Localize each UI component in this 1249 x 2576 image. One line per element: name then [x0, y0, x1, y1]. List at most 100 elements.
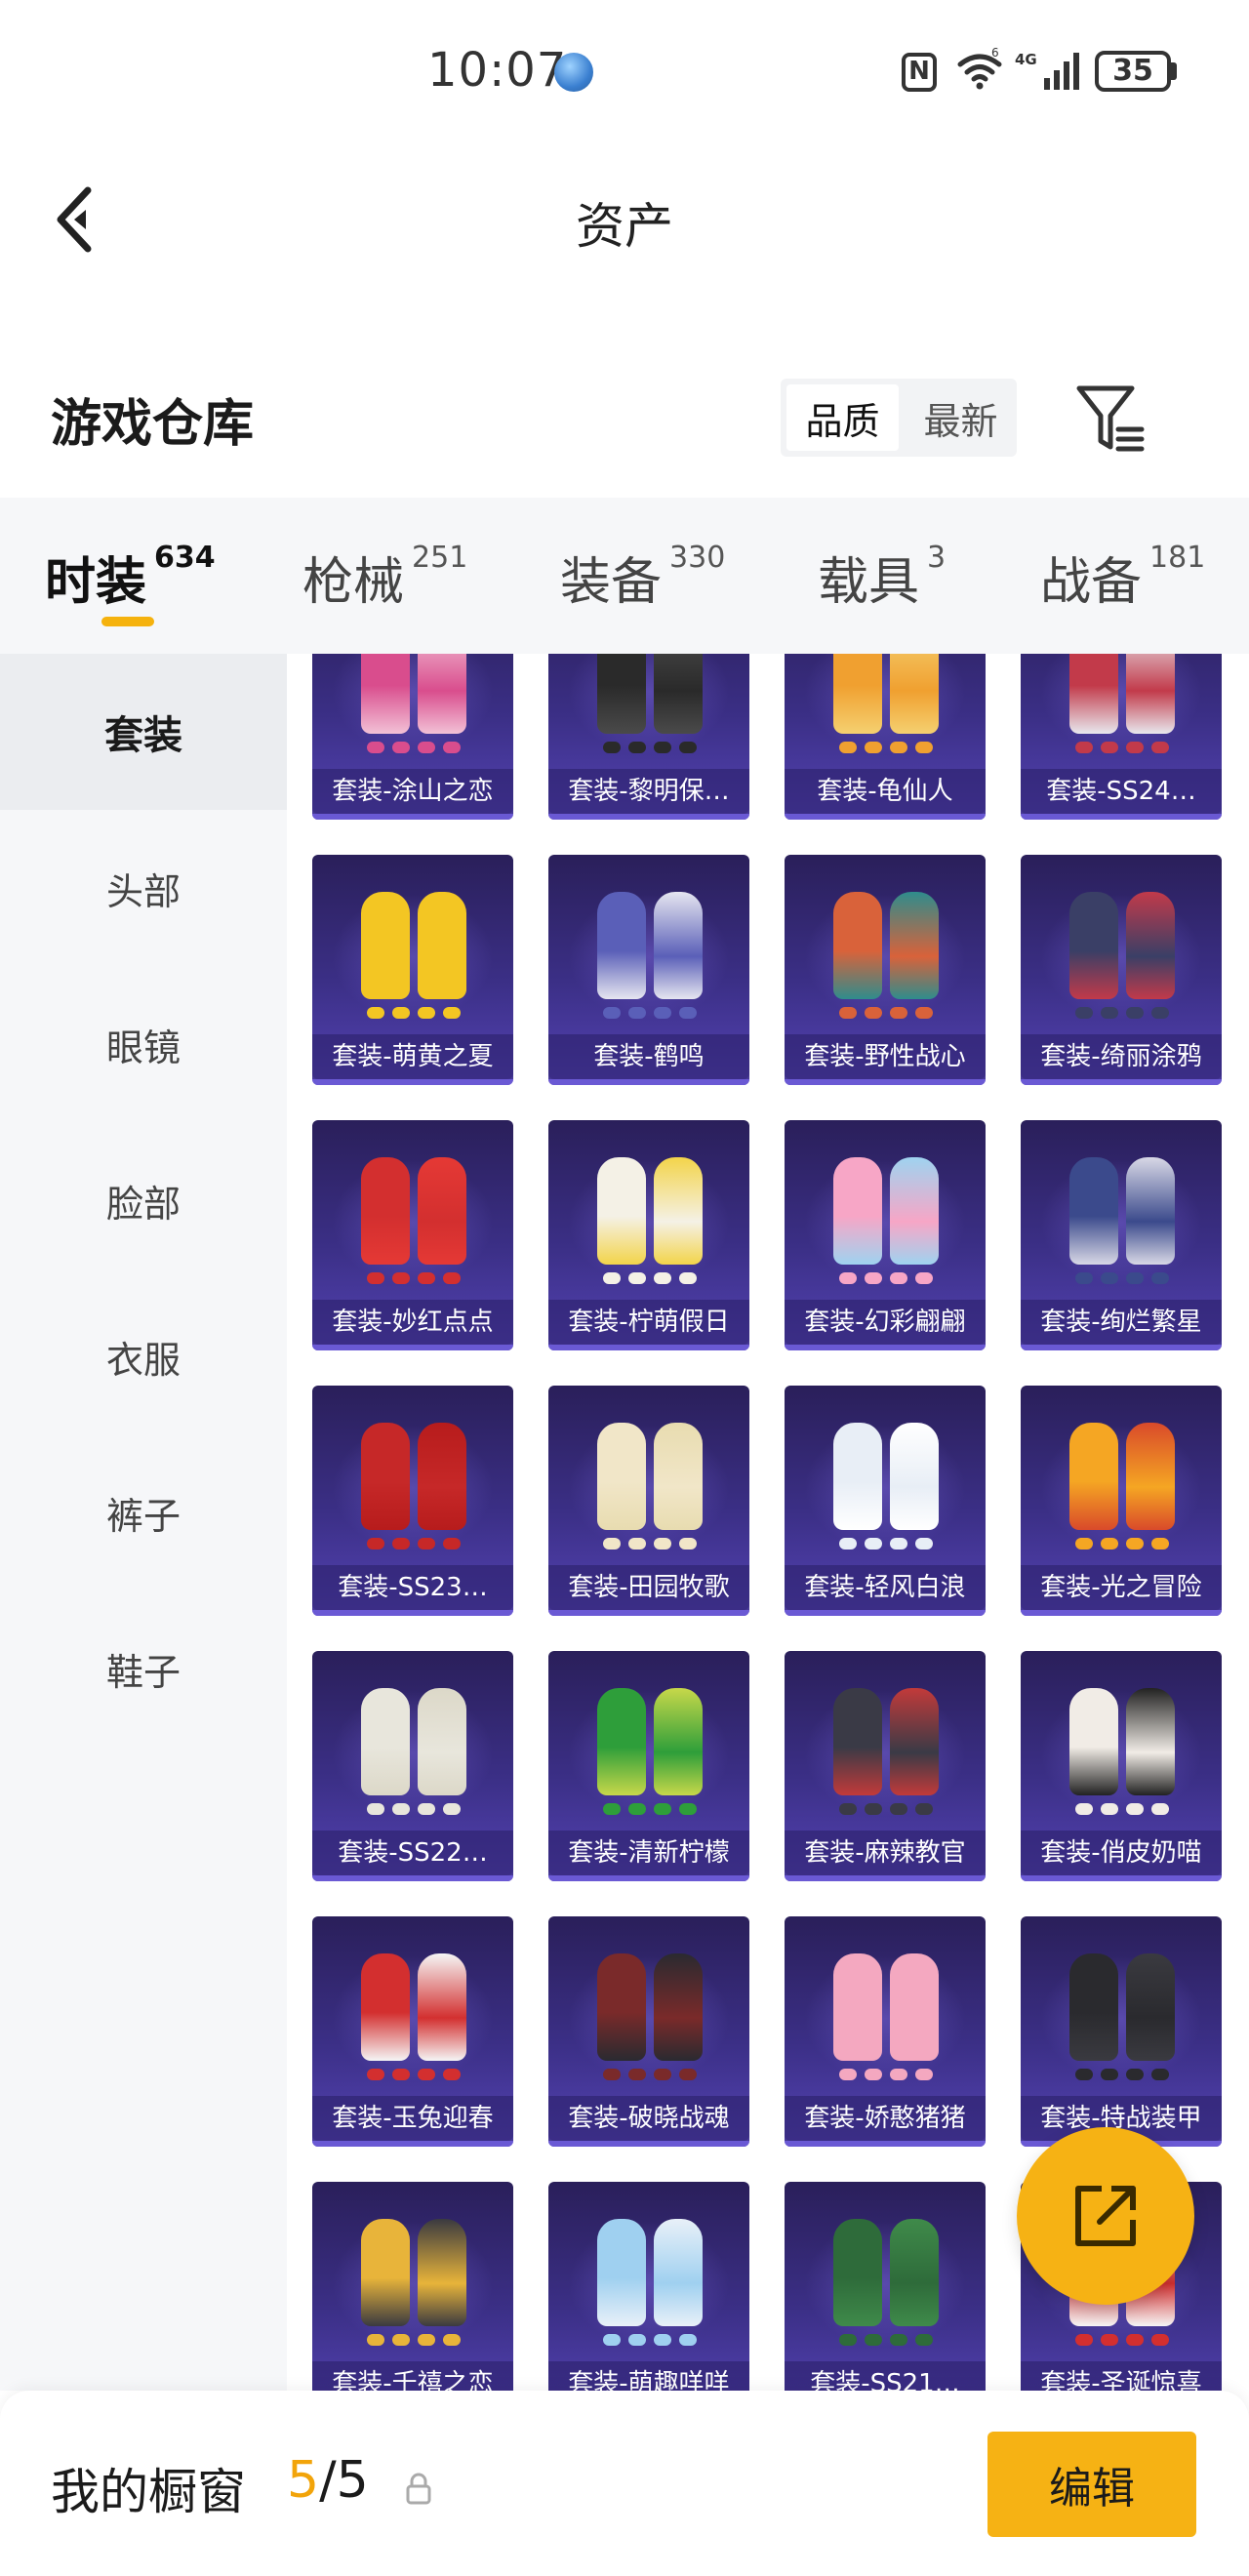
outfit-card[interactable]: 套装-SS23…: [312, 1386, 513, 1616]
outfit-card[interactable]: 套装-SS24…: [1021, 654, 1222, 820]
card-background-glow: [332, 1955, 494, 2082]
outfit-figure-image: [361, 1157, 410, 1265]
outfit-figure-image: [1126, 654, 1175, 734]
outfit-shoes-image: [603, 742, 697, 755]
outfit-card[interactable]: 套装-野性战心: [785, 855, 986, 1085]
outfit-card[interactable]: 套装-俏皮奶喵: [1021, 1651, 1222, 1881]
outfit-card[interactable]: 套装-破晓战魂: [548, 1916, 749, 2147]
outfit-card[interactable]: 套装-鹤鸣: [548, 855, 749, 1085]
outfit-card[interactable]: 套装-SS22…: [312, 1651, 513, 1881]
outfit-figure-image: [597, 1423, 646, 1530]
outfit-card[interactable]: 套装-千禧之恋: [312, 2182, 513, 2391]
card-background-glow: [332, 654, 494, 755]
outfit-figure-image: [597, 2219, 646, 2326]
outfit-card[interactable]: 套装-龟仙人: [785, 654, 986, 820]
tab-guns[interactable]: 枪械 251: [302, 541, 467, 614]
filter-icon[interactable]: [1073, 382, 1146, 455]
outfit-figure-image: [890, 1157, 939, 1265]
outfit-card[interactable]: 套装-娇憨猪猪: [785, 1916, 986, 2147]
sidebar-item-outfit[interactable]: 套装: [0, 654, 287, 810]
outfit-card[interactable]: 套装-特战装甲: [1021, 1916, 1222, 2147]
showcase-count-current: 5: [287, 2451, 320, 2510]
outfit-card-label: 套装-萌趣咩咩: [548, 2361, 749, 2391]
outfit-figure-image: [833, 1157, 882, 1265]
share-button[interactable]: [1017, 2127, 1194, 2305]
outfit-figure-image: [654, 1157, 703, 1265]
outfit-figure-image: [1069, 1423, 1118, 1530]
outfit-card-label: 套装-鹤鸣: [548, 1034, 749, 1079]
outfit-figure-image: [1126, 1423, 1175, 1530]
outfit-card[interactable]: 套装-光之冒险: [1021, 1386, 1222, 1616]
outfit-figure-image: [361, 892, 410, 999]
outfit-card[interactable]: 套装-萌趣咩咩: [548, 2182, 749, 2391]
outfit-figure-image: [654, 892, 703, 999]
outfit-card[interactable]: 套装-涂山之恋: [312, 654, 513, 820]
outfit-figure-image: [890, 1688, 939, 1795]
card-background-glow: [1040, 894, 1202, 1021]
outfit-card[interactable]: 套装-萌黄之夏: [312, 855, 513, 1085]
battery-icon: 35: [1095, 51, 1171, 92]
outfit-figure-image: [1126, 1157, 1175, 1265]
active-tab-indicator: [101, 617, 154, 626]
outfit-card-label: 套装-俏皮奶喵: [1021, 1831, 1222, 1875]
tab-tactical-gear[interactable]: 战备 181: [1040, 541, 1205, 614]
outfit-shoes-image: [1075, 2069, 1169, 2082]
outfit-figure-image: [890, 654, 939, 734]
card-background-glow: [332, 894, 494, 1021]
tab-vehicles[interactable]: 载具 3: [818, 541, 946, 614]
sidebar-item-face[interactable]: 脸部: [0, 1122, 287, 1278]
outfit-card[interactable]: 套装-清新柠檬: [548, 1651, 749, 1881]
outfit-figure-image: [418, 1423, 466, 1530]
card-background-glow: [804, 1425, 966, 1551]
outfit-card[interactable]: 套装-麻辣教官: [785, 1651, 986, 1881]
sidebar-item-pants[interactable]: 裤子: [0, 1434, 287, 1590]
tab-label: 时装: [45, 553, 147, 612]
outfit-card[interactable]: 套装-柠萌假日: [548, 1120, 749, 1350]
outfit-figure-image: [833, 1423, 882, 1530]
card-background-glow: [332, 2221, 494, 2348]
outfit-figure-image: [654, 1953, 703, 2061]
outfit-card[interactable]: 套装-轻风白浪: [785, 1386, 986, 1616]
tab-equipment[interactable]: 装备 330: [560, 541, 725, 614]
sidebar-item-head[interactable]: 头部: [0, 810, 287, 966]
sort-toggle: 品质 最新: [781, 379, 1017, 457]
tab-fashion[interactable]: 时装 634: [45, 541, 216, 614]
outfit-card[interactable]: 套装-SS21…: [785, 2182, 986, 2391]
sidebar: 套装 头部 眼镜 脸部 衣服 裤子 鞋子: [0, 654, 287, 2391]
outfit-figure-image: [418, 1688, 466, 1795]
tab-label: 战备: [1040, 553, 1143, 612]
outfit-figure-image: [597, 1953, 646, 2061]
sidebar-item-clothes[interactable]: 衣服: [0, 1278, 287, 1434]
sidebar-item-shoes[interactable]: 鞋子: [0, 1590, 287, 1747]
outfit-shoes-image: [367, 1538, 461, 1551]
outfit-shoes-image: [839, 1538, 933, 1551]
outfit-card[interactable]: 套装-田园牧歌: [548, 1386, 749, 1616]
outfit-card-label: 套装-幻彩翩翩: [785, 1300, 986, 1345]
outfit-shoes-image: [839, 1803, 933, 1817]
outfit-card[interactable]: 套装-黎明保…: [548, 654, 749, 820]
outfit-shoes-image: [839, 742, 933, 755]
card-background-glow: [804, 1955, 966, 2082]
card-background-glow: [804, 2221, 966, 2348]
outfit-figure-image: [418, 654, 466, 734]
outfit-card-label: 套装-千禧之恋: [312, 2361, 513, 2391]
sort-quality-option[interactable]: 品质: [786, 384, 899, 451]
outfit-shoes-image: [1075, 1007, 1169, 1021]
edit-button[interactable]: 编辑: [987, 2432, 1196, 2537]
sort-newest-option[interactable]: 最新: [905, 379, 1017, 457]
outfit-card[interactable]: 套装-妙红点点: [312, 1120, 513, 1350]
page-title: 资产: [576, 198, 673, 255]
outfit-card[interactable]: 套装-绮丽涂鸦: [1021, 855, 1222, 1085]
sidebar-item-glasses[interactable]: 眼镜: [0, 966, 287, 1122]
outfit-card[interactable]: 套装-幻彩翩翩: [785, 1120, 986, 1350]
card-background-glow: [1040, 1425, 1202, 1551]
outfit-card[interactable]: 套装-绚烂繁星: [1021, 1120, 1222, 1350]
outfit-shoes-image: [839, 1272, 933, 1286]
outfit-card-label: 套装-玉兔迎春: [312, 2096, 513, 2141]
outfit-figure-image: [361, 654, 410, 734]
card-background-glow: [1040, 654, 1202, 755]
outfit-figure-image: [597, 1157, 646, 1265]
outfit-figure-image: [597, 654, 646, 734]
outfit-card[interactable]: 套装-玉兔迎春: [312, 1916, 513, 2147]
outfit-shoes-image: [367, 2069, 461, 2082]
